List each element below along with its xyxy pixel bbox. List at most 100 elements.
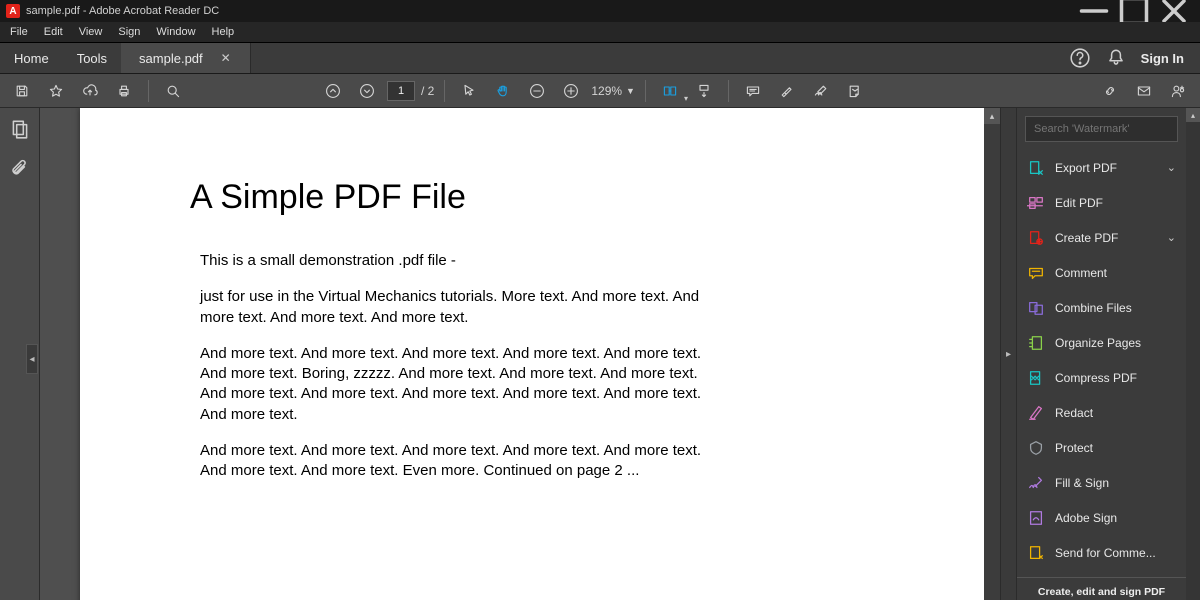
- tool-label: Comment: [1055, 266, 1107, 280]
- document-heading: A Simple PDF File: [190, 178, 890, 217]
- sign-in-button[interactable]: Sign In: [1141, 51, 1184, 66]
- top-toolbar: Home Tools sample.pdf ✕ Sign In: [0, 42, 1200, 74]
- pdf-page: A Simple PDF File This is a small demons…: [80, 108, 1000, 600]
- promo-text: Create, edit and sign PDF: [1017, 577, 1186, 600]
- tool-icon: [1027, 544, 1045, 562]
- tool-item[interactable]: Protect: [1017, 430, 1186, 465]
- menu-sign[interactable]: Sign: [112, 24, 146, 40]
- print-icon[interactable]: [110, 77, 138, 105]
- help-icon[interactable]: [1069, 47, 1091, 69]
- tool-item[interactable]: Create PDF ⌄: [1017, 220, 1186, 255]
- tool-item[interactable]: Redact: [1017, 395, 1186, 430]
- tool-icon: [1027, 264, 1045, 282]
- tool-item[interactable]: Compress PDF: [1017, 360, 1186, 395]
- tool-item[interactable]: Adobe Sign: [1017, 500, 1186, 535]
- tool-label: Create PDF: [1055, 231, 1118, 245]
- fit-width-icon[interactable]: ▾: [656, 77, 684, 105]
- menu-help[interactable]: Help: [206, 24, 241, 40]
- tool-label: Compress PDF: [1055, 371, 1137, 385]
- tool-icon: [1027, 509, 1045, 527]
- document-tab-label: sample.pdf: [139, 51, 203, 66]
- tool-icon: [1027, 299, 1045, 317]
- tool-item[interactable]: Comment: [1017, 255, 1186, 290]
- tool-label: Organize Pages: [1055, 336, 1141, 350]
- page-total-label: / 2: [421, 84, 434, 98]
- notifications-icon[interactable]: [1105, 47, 1127, 69]
- selection-arrow-icon[interactable]: [455, 77, 483, 105]
- save-icon[interactable]: [8, 77, 36, 105]
- find-icon[interactable]: [159, 77, 187, 105]
- tool-label: Edit PDF: [1055, 196, 1103, 210]
- document-tab[interactable]: sample.pdf ✕: [121, 43, 251, 73]
- document-viewer[interactable]: A Simple PDF File This is a small demons…: [40, 108, 1000, 600]
- right-panel-toggle-icon[interactable]: ▸: [1000, 108, 1016, 600]
- share-people-icon[interactable]: [1164, 77, 1192, 105]
- home-button[interactable]: Home: [0, 43, 63, 73]
- tool-item[interactable]: Export PDF ⌄: [1017, 150, 1186, 185]
- comment-icon[interactable]: [739, 77, 767, 105]
- zoom-in-icon[interactable]: [557, 77, 585, 105]
- tool-icon: [1027, 229, 1045, 247]
- highlight-icon[interactable]: [773, 77, 801, 105]
- document-paragraph: And more text. And more text. And more t…: [200, 441, 720, 482]
- maximize-button[interactable]: [1114, 0, 1154, 22]
- tool-icon: [1027, 159, 1045, 177]
- content-area: ◂ A Simple PDF File This is a small demo…: [0, 108, 1200, 600]
- minimize-button[interactable]: [1074, 0, 1114, 22]
- vertical-scrollbar[interactable]: ▴: [984, 108, 1000, 600]
- tool-item[interactable]: Edit PDF: [1017, 185, 1186, 220]
- menubar: File Edit View Sign Window Help: [0, 22, 1200, 42]
- close-button[interactable]: [1154, 0, 1194, 22]
- left-navigation-rail: ◂: [0, 108, 40, 600]
- tool-icon: [1027, 404, 1045, 422]
- tool-icon: [1027, 439, 1045, 457]
- tool-label: Export PDF: [1055, 161, 1117, 175]
- thumbnails-icon[interactable]: [9, 118, 31, 140]
- tools-search-input[interactable]: [1025, 116, 1178, 142]
- zoom-level-label[interactable]: 129%: [591, 84, 622, 98]
- sign-icon[interactable]: [807, 77, 835, 105]
- tools-button[interactable]: Tools: [63, 43, 121, 73]
- page-number-input[interactable]: [387, 81, 415, 101]
- zoom-out-icon[interactable]: [523, 77, 551, 105]
- stamp-icon[interactable]: [841, 77, 869, 105]
- tools-scrollbar[interactable]: ▴: [1186, 108, 1200, 600]
- tool-icon: [1027, 334, 1045, 352]
- email-icon[interactable]: [1130, 77, 1158, 105]
- share-link-icon[interactable]: [1096, 77, 1124, 105]
- page-down-icon[interactable]: [353, 77, 381, 105]
- app-window: A sample.pdf - Adobe Acrobat Reader DC F…: [0, 0, 1200, 600]
- tool-item[interactable]: Combine Files: [1017, 290, 1186, 325]
- menu-window[interactable]: Window: [150, 24, 201, 40]
- chevron-down-icon[interactable]: ⌄: [1167, 161, 1176, 174]
- menu-view[interactable]: View: [73, 24, 109, 40]
- app-logo-icon: A: [6, 4, 20, 18]
- tool-icon: [1027, 194, 1045, 212]
- tool-item[interactable]: Organize Pages: [1017, 325, 1186, 360]
- document-paragraph: just for use in the Virtual Mechanics tu…: [200, 287, 720, 328]
- tool-label: Send for Comme...: [1055, 546, 1156, 560]
- tool-icon: [1027, 369, 1045, 387]
- tool-item[interactable]: Send for Comme...: [1017, 535, 1186, 570]
- tools-scroll-up-icon[interactable]: ▴: [1186, 108, 1200, 122]
- tool-label: Fill & Sign: [1055, 476, 1109, 490]
- tool-label: Protect: [1055, 441, 1093, 455]
- scroll-up-icon[interactable]: ▴: [984, 108, 1000, 124]
- tool-item[interactable]: Fill & Sign: [1017, 465, 1186, 500]
- cloud-upload-icon[interactable]: [76, 77, 104, 105]
- zoom-dropdown-icon[interactable]: ▼: [626, 86, 635, 96]
- chevron-down-icon[interactable]: ⌄: [1167, 231, 1176, 244]
- hand-tool-icon[interactable]: [489, 77, 517, 105]
- menu-file[interactable]: File: [4, 24, 34, 40]
- attachments-icon[interactable]: [9, 158, 31, 180]
- tools-panel: Export PDF ⌄ Edit PDF Create PDF ⌄ Comment Com…: [1016, 108, 1186, 600]
- document-paragraph: This is a small demonstration .pdf file …: [200, 251, 720, 271]
- left-panel-toggle-icon[interactable]: ◂: [26, 344, 38, 374]
- document-paragraph: And more text. And more text. And more t…: [200, 344, 720, 425]
- page-up-icon[interactable]: [319, 77, 347, 105]
- scroll-mode-icon[interactable]: [690, 77, 718, 105]
- main-toolbar: / 2 129% ▼ ▾: [0, 74, 1200, 108]
- star-icon[interactable]: [42, 77, 70, 105]
- close-tab-icon[interactable]: ✕: [221, 51, 231, 65]
- menu-edit[interactable]: Edit: [38, 24, 69, 40]
